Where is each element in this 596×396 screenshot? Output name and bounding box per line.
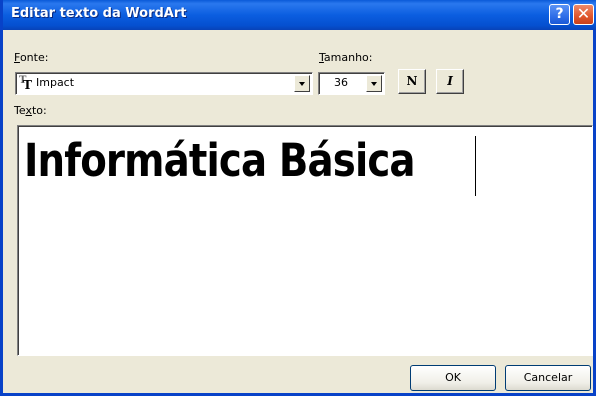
truetype-font-icon: TT (19, 75, 32, 92)
chevron-down-icon (371, 82, 377, 86)
window-title: Editar texto da WordArt (11, 6, 187, 21)
chevron-down-icon (299, 82, 305, 86)
text-label-pre: Te (14, 104, 26, 117)
font-label-rest: onte: (19, 51, 49, 64)
italic-label: I (447, 74, 453, 88)
text-label-post: to: (31, 104, 47, 117)
cancel-button[interactable]: Cancelar (505, 365, 591, 391)
help-button[interactable]: ? (549, 4, 570, 25)
close-button[interactable]: ✕ (573, 4, 594, 25)
wordart-dialog: Editar texto da WordArt ? ✕ Fonte: TT Im… (0, 0, 596, 396)
help-icon: ? (555, 6, 564, 22)
font-value: Impact (36, 76, 75, 89)
italic-button[interactable]: I (436, 69, 464, 94)
size-label: Tamanho: (319, 51, 372, 64)
size-label-rest: amanho: (323, 51, 373, 64)
text-caret (475, 136, 476, 196)
size-value: 36 (334, 76, 348, 89)
font-label: Fonte: (14, 51, 48, 64)
bold-label: N (406, 74, 418, 88)
title-bar[interactable]: Editar texto da WordArt ? ✕ (3, 0, 596, 30)
close-icon: ✕ (576, 4, 591, 23)
font-select[interactable]: TT Impact (15, 72, 313, 95)
size-select[interactable]: 36 (318, 72, 385, 95)
font-dropdown-button[interactable] (294, 75, 310, 92)
ok-button[interactable]: OK (410, 365, 496, 391)
wordart-text-input[interactable]: Informática Básica (17, 125, 593, 356)
bold-button[interactable]: N (398, 69, 426, 94)
size-dropdown-button[interactable] (366, 75, 382, 92)
text-label: Texto: (14, 104, 47, 117)
wordart-text: Informática Básica (24, 134, 416, 187)
